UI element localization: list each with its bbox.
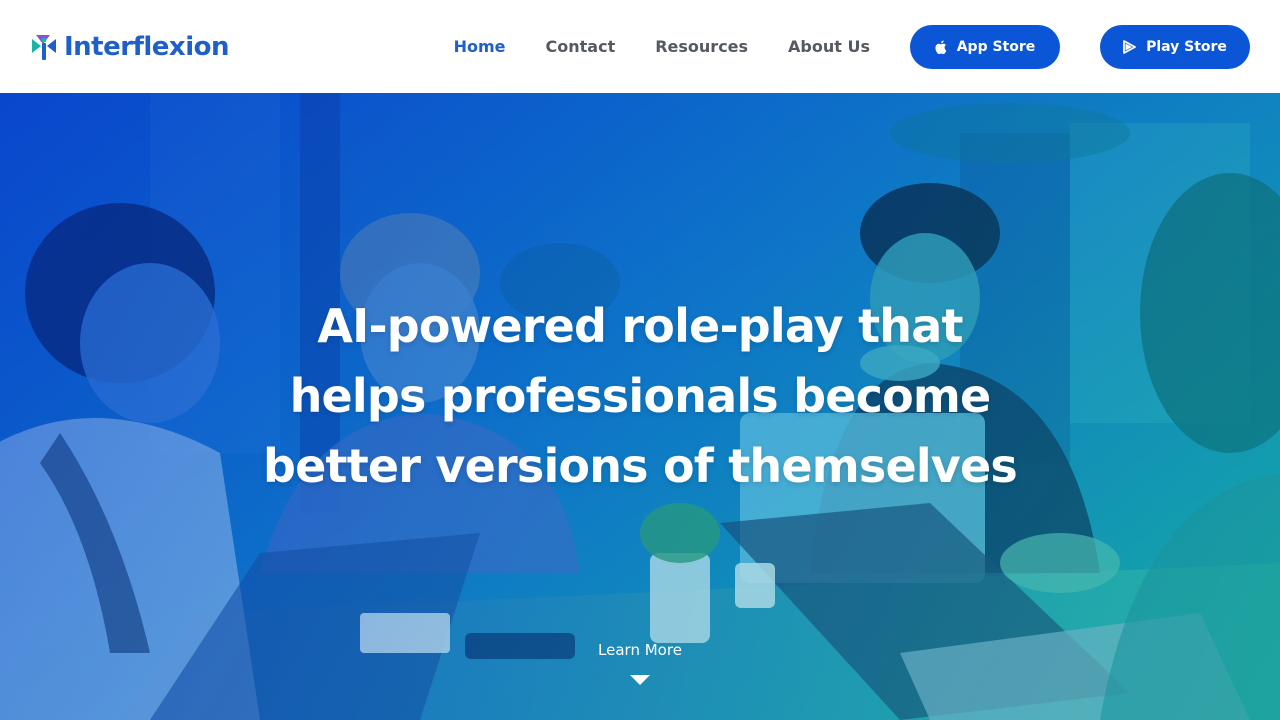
app-store-label: App Store: [956, 38, 1036, 55]
app-store-button[interactable]: App Store: [910, 24, 1060, 69]
play-store-label: Play Store: [1146, 38, 1227, 55]
nav-resources[interactable]: Resources: [655, 37, 748, 56]
learn-more-label: Learn More: [598, 641, 682, 659]
main-nav: Home Contact Resources About Us App Stor…: [454, 24, 1250, 69]
brand-name: Interflexion: [64, 31, 229, 62]
apple-icon: [935, 40, 947, 54]
play-store-button[interactable]: Play Store: [1100, 24, 1250, 69]
learn-more-button[interactable]: Learn More: [560, 641, 720, 685]
nav-about-us[interactable]: About Us: [788, 37, 870, 56]
interflexion-logo-icon: [32, 34, 56, 60]
play-icon: [1123, 39, 1136, 54]
site-header: Interflexion Home Contact Resources Abou…: [0, 0, 1280, 93]
caret-down-icon: [630, 675, 650, 685]
logo[interactable]: Interflexion: [30, 32, 229, 62]
nav-contact[interactable]: Contact: [546, 37, 616, 56]
hero-section: AI-powered role-play that helps professi…: [0, 93, 1280, 720]
nav-home[interactable]: Home: [454, 37, 506, 56]
hero-title: AI-powered role-play that helps professi…: [263, 299, 1018, 493]
